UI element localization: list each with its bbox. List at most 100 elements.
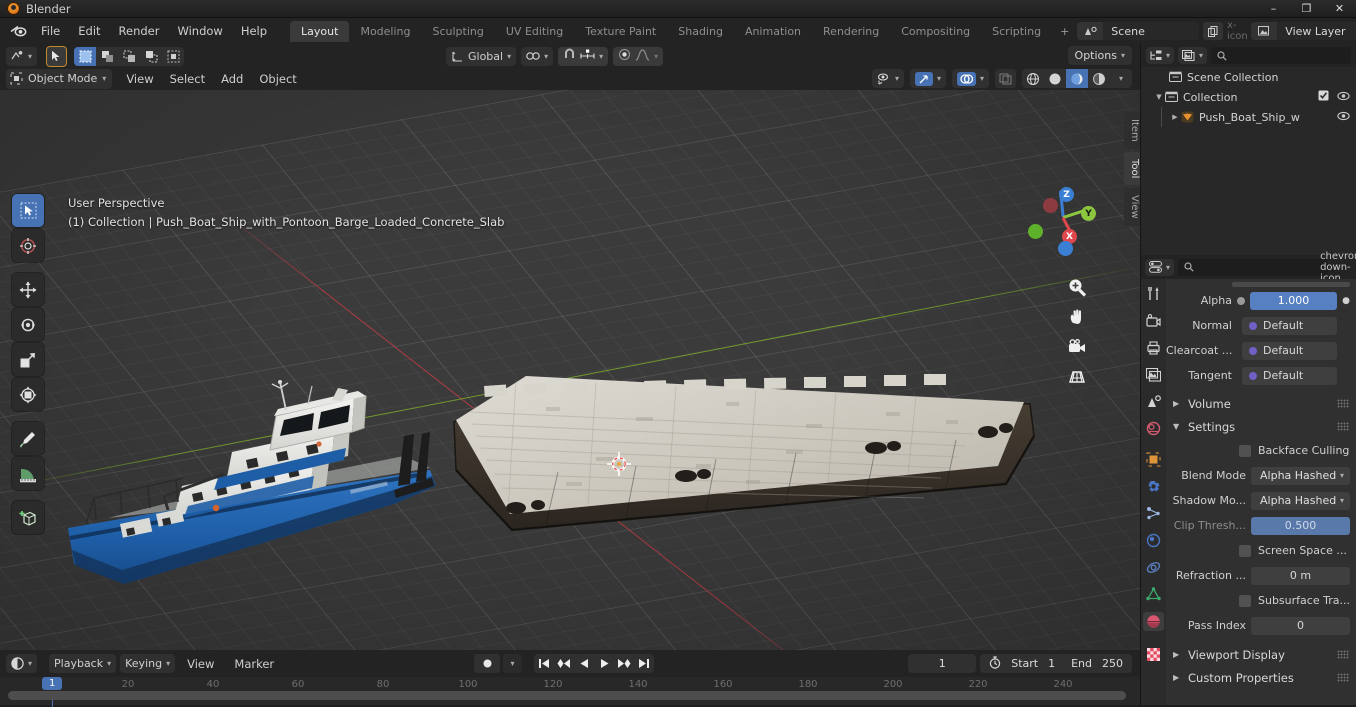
screen-space-refraction-checkbox[interactable] xyxy=(1239,544,1251,557)
editor-type-selector[interactable]: ▾ xyxy=(6,46,38,66)
start-frame-value[interactable]: 1 xyxy=(1048,657,1055,670)
timeline-menu-keying[interactable]: Keying ▾ xyxy=(120,654,176,673)
render-tab[interactable] xyxy=(1143,311,1164,330)
shadow-mode-select[interactable]: Alpha Hashed ▾ xyxy=(1251,491,1350,510)
blender-logo-icon[interactable] xyxy=(8,22,28,40)
workspace-tab-animation[interactable]: Animation xyxy=(734,21,812,42)
proportional-edit-controls[interactable]: ▾ xyxy=(613,46,664,66)
scale-tool[interactable] xyxy=(12,343,44,376)
cursor-tool[interactable] xyxy=(12,229,44,262)
xray-toggle[interactable] xyxy=(995,69,1016,88)
outliner-row-scene-collection[interactable]: Scene Collection xyxy=(1141,67,1356,87)
blend-mode-select[interactable]: Alpha Hashed ▾ xyxy=(1251,466,1350,485)
shading-rendered-icon[interactable] xyxy=(1088,69,1110,88)
properties-editor-type-selector[interactable]: ▾ xyxy=(1145,258,1175,276)
viewport-menu-object[interactable]: Object xyxy=(251,70,304,88)
panel-drag-grip[interactable] xyxy=(1337,399,1349,408)
timeline-playhead[interactable]: 1 xyxy=(42,677,63,707)
tool-tab[interactable] xyxy=(1143,284,1164,303)
jump-end-icon[interactable] xyxy=(634,654,654,673)
snap-target-icon[interactable] xyxy=(580,49,595,64)
gizmo-toggle[interactable]: ▾ xyxy=(909,69,946,88)
subsurface-translucency-checkbox[interactable] xyxy=(1239,594,1251,607)
shading-material-preview-icon[interactable] xyxy=(1066,69,1088,88)
pivot-point-selector[interactable]: ▾ xyxy=(521,46,554,66)
outliner-row-collection[interactable]: ▼ Collection xyxy=(1141,87,1356,107)
tweak-select-tool[interactable] xyxy=(12,194,44,227)
material-tab[interactable] xyxy=(1143,612,1164,631)
sidebar-tab-view[interactable]: View xyxy=(1124,188,1140,226)
viewport-options-button[interactable]: Options ▾ xyxy=(1067,46,1132,65)
menu-help[interactable]: Help xyxy=(232,21,276,41)
navigation-gizmo[interactable]: Z Y X xyxy=(1028,186,1096,256)
stopwatch-icon[interactable] xyxy=(989,655,1001,672)
workspace-tab-scripting[interactable]: Scripting xyxy=(981,21,1052,42)
new-scene-button[interactable] xyxy=(1203,22,1224,40)
alpha-animate-dot-icon[interactable]: ● xyxy=(1342,296,1350,306)
collection-exclude-checkbox[interactable] xyxy=(1318,90,1329,104)
custom-properties-panel-header[interactable]: ▶ Custom Properties xyxy=(1166,666,1356,689)
maximize-button[interactable]: ❐ xyxy=(1290,0,1323,18)
magnet-icon[interactable] xyxy=(563,48,576,64)
pass-index-field[interactable]: 0 xyxy=(1251,616,1350,635)
properties-more-button[interactable]: chevron-down-icon xyxy=(1320,251,1356,284)
clearcoat-normal-value-field[interactable]: Default xyxy=(1242,341,1337,360)
gizmo-axis-y-positive[interactable]: Y xyxy=(1081,206,1096,221)
add-cube-tool[interactable] xyxy=(12,501,44,534)
show-gizmo-icon[interactable] xyxy=(914,71,933,86)
workspace-tab-shading[interactable]: Shading xyxy=(667,21,734,42)
refraction-depth-field[interactable]: 0 m xyxy=(1251,566,1350,585)
timeline-menu-view[interactable]: View xyxy=(179,655,222,673)
prev-keyframe-icon[interactable] xyxy=(554,654,574,673)
modifier-tab[interactable] xyxy=(1143,477,1164,496)
view-layer-selector[interactable]: View Layer xyxy=(1251,22,1356,40)
menu-render[interactable]: Render xyxy=(110,21,169,41)
overlays-toggle[interactable]: ▾ xyxy=(951,69,989,88)
screen-space-refraction-row[interactable]: Screen Space ... xyxy=(1166,538,1356,563)
workspace-tab-sculpting[interactable]: Sculpting xyxy=(422,21,495,42)
transform-tool[interactable] xyxy=(12,378,44,411)
workspace-tab-layout[interactable]: Layout xyxy=(290,20,350,42)
timeline-menu-playback[interactable]: Playback ▾ xyxy=(49,654,117,673)
auto-keying-button[interactable] xyxy=(474,654,500,673)
unlink-scene-button[interactable]: x-icon xyxy=(1227,20,1248,42)
frame-range-fields[interactable]: Start 1 End 250 xyxy=(980,654,1132,673)
panel-drag-grip[interactable] xyxy=(1337,422,1349,431)
panel-drag-grip[interactable] xyxy=(1337,673,1349,682)
scene-tab[interactable] xyxy=(1143,392,1164,411)
gizmo-axis-x-negative[interactable] xyxy=(1043,198,1058,213)
3d-viewport[interactable]: User Perspective (1) Collection | Push_B… xyxy=(0,90,1140,650)
output-tab[interactable] xyxy=(1143,338,1164,357)
properties-search-input[interactable] xyxy=(1178,258,1328,276)
ortho-persp-icon[interactable] xyxy=(1066,366,1088,388)
texture-tab[interactable] xyxy=(1143,645,1164,664)
viewport-menu-add[interactable]: Add xyxy=(213,70,251,88)
alpha-value-field[interactable]: 1.000 xyxy=(1250,291,1337,310)
overlays-icon[interactable] xyxy=(956,71,976,86)
backface-culling-checkbox[interactable] xyxy=(1239,444,1251,457)
shading-solid-icon[interactable] xyxy=(1044,69,1066,88)
annotate-tool[interactable] xyxy=(12,422,44,455)
pontoon-barge-object[interactable] xyxy=(446,362,1042,542)
workspace-tab-rendering[interactable]: Rendering xyxy=(812,21,890,42)
select-subtract-icon[interactable] xyxy=(118,47,140,66)
backface-culling-row[interactable]: Backface Culling xyxy=(1166,438,1356,463)
object-visibility-selector[interactable]: ▾ xyxy=(871,69,904,88)
pan-hand-icon[interactable] xyxy=(1066,306,1088,328)
particles-tab[interactable] xyxy=(1143,504,1164,523)
viewport-display-panel-header[interactable]: ▶ Viewport Display xyxy=(1166,643,1356,666)
workspace-tab-compositing[interactable]: Compositing xyxy=(890,21,981,42)
end-frame-value[interactable]: 250 xyxy=(1102,657,1123,670)
snap-controls[interactable]: ▾ xyxy=(558,46,609,66)
jump-start-icon[interactable] xyxy=(534,654,554,673)
sidebar-tab-item[interactable]: Item xyxy=(1124,112,1140,149)
transform-orientation-selector[interactable]: Global ▾ xyxy=(446,46,517,66)
add-workspace-button[interactable]: + xyxy=(1052,21,1077,42)
settings-panel-header[interactable]: ▼ Settings xyxy=(1166,415,1356,438)
close-button[interactable]: ✕ xyxy=(1323,0,1356,18)
object-tab[interactable] xyxy=(1143,450,1164,469)
select-extend-icon[interactable] xyxy=(96,47,118,66)
world-tab[interactable] xyxy=(1143,419,1164,438)
outliner-search-input[interactable] xyxy=(1211,47,1351,64)
object-mode-selector[interactable]: Object Mode ▾ xyxy=(6,68,113,89)
